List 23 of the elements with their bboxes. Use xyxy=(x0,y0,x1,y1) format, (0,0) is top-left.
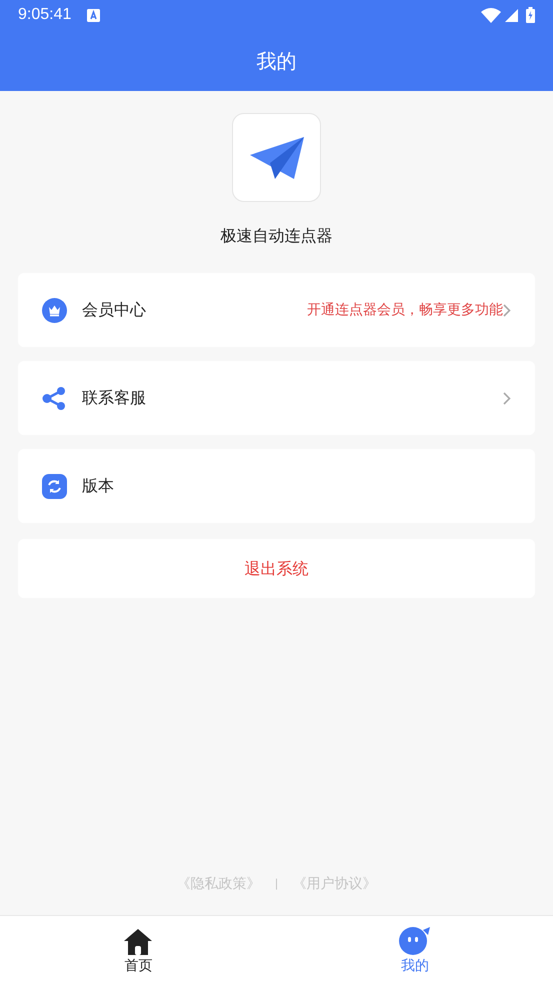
notification-icon xyxy=(87,8,100,22)
tab[interactable]: 首页 xyxy=(0,916,276,984)
share-icon xyxy=(42,386,67,410)
logout-button[interactable]: 退出系统 xyxy=(18,539,535,598)
refresh-icon xyxy=(42,474,67,498)
separator: | xyxy=(274,876,278,892)
menu-item[interactable]: 联系客服 xyxy=(18,361,535,435)
page-title: 我的 xyxy=(256,48,296,74)
battery-icon xyxy=(526,7,535,23)
menu-item[interactable]: 版本 xyxy=(18,449,535,523)
menu-item[interactable]: 会员中心 开通连点器会员，畅享更多功能 xyxy=(18,273,535,347)
menu-label: 会员中心 xyxy=(82,299,146,321)
status-time: 9:05:41 xyxy=(18,5,72,25)
menu-label: 联系客服 xyxy=(82,387,146,409)
home-icon xyxy=(123,928,154,955)
wifi-icon xyxy=(481,8,501,22)
promo-text: 开通连点器会员，畅享更多功能 xyxy=(307,300,503,320)
chat-bubble-icon xyxy=(399,926,430,955)
signal-icon xyxy=(505,8,518,22)
crown-icon xyxy=(42,298,67,322)
app-name: 极速自动连点器 xyxy=(220,225,332,247)
menu-label: 版本 xyxy=(82,475,114,497)
tab[interactable]: 我的 xyxy=(276,916,553,984)
